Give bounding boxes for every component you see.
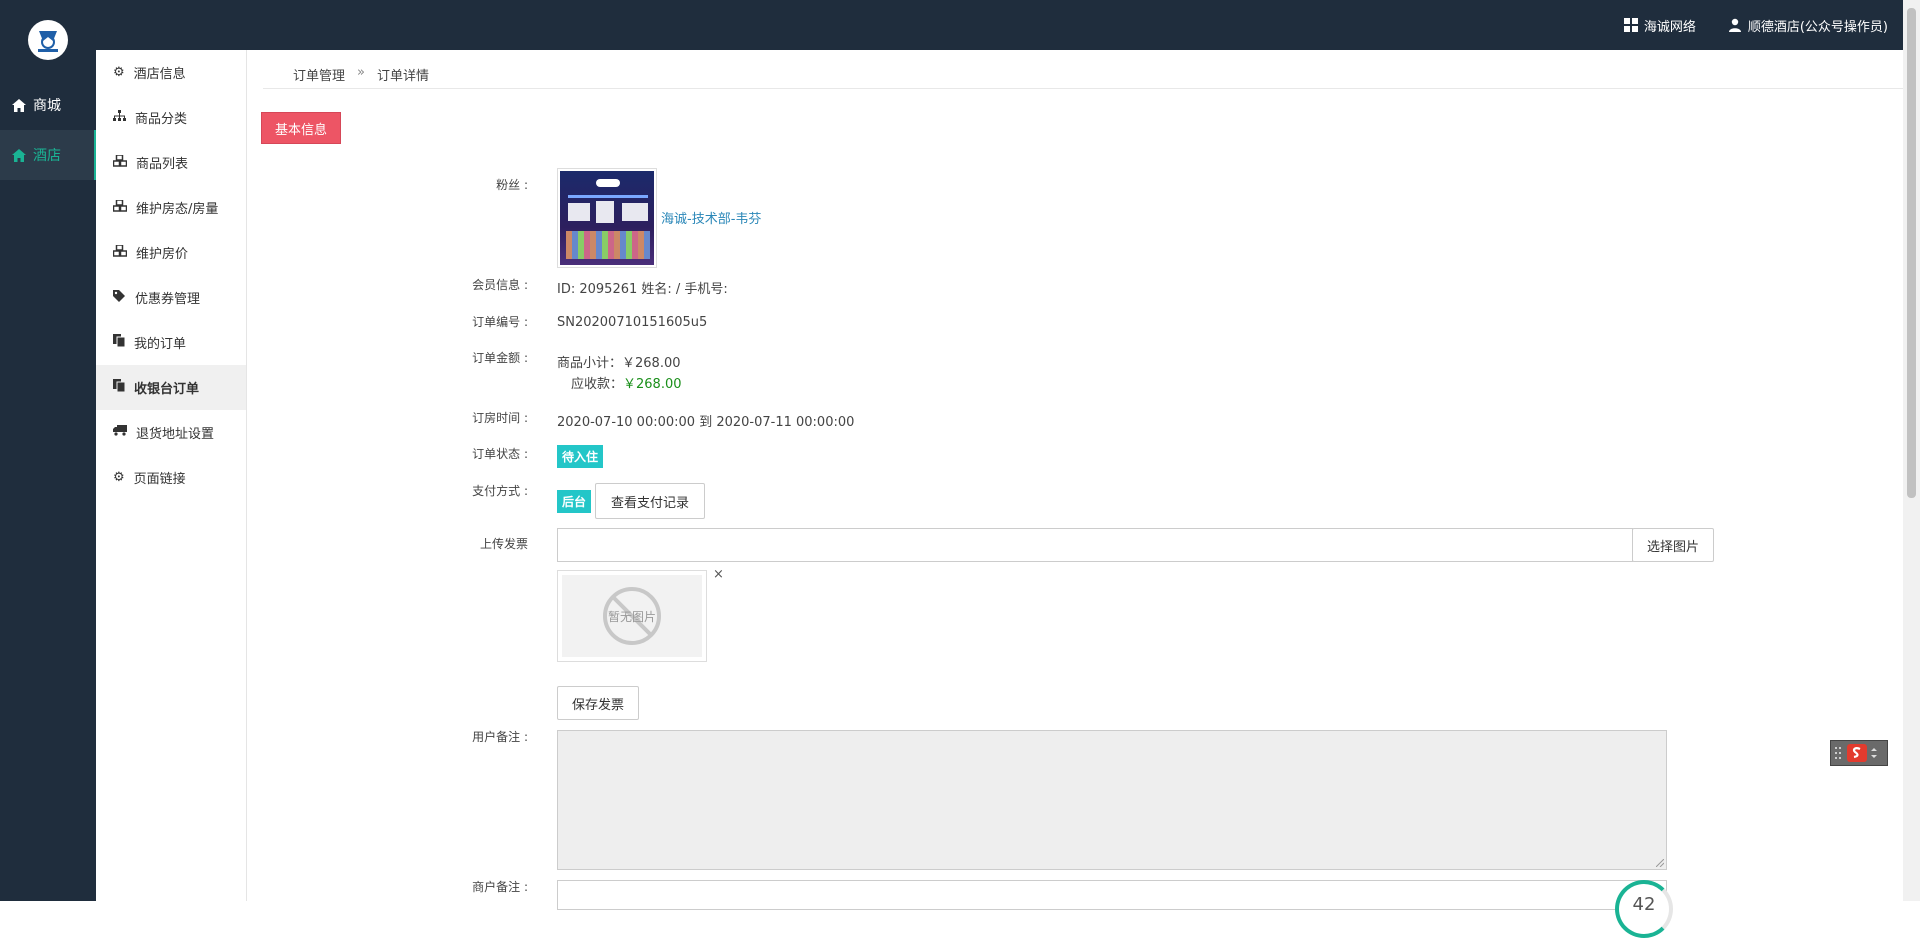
member-label: 会员信息 : <box>472 278 528 292</box>
save-invoice-button[interactable]: 保存发票 <box>557 686 639 720</box>
sub-item-label: 我的订单 <box>134 337 187 352</box>
order-no-value: SN20200710151605u5 <box>557 315 708 330</box>
scrollbar-thumb[interactable] <box>1907 8 1916 498</box>
logo-emblem-icon <box>38 31 58 52</box>
member-value: ID: 2095261 姓名: / 手机号: <box>557 282 728 297</box>
sub-item-my-orders[interactable]: 我的订单 <box>96 320 246 365</box>
breadcrumb-divider <box>263 88 1903 89</box>
sub-menu: ⚙ 酒店信息 商品分类 商品列表 维护房态/房量 维护房价 优惠券管理 我的订单… <box>96 50 247 901</box>
tags-icon <box>113 289 126 306</box>
user-menu[interactable]: 顺德酒店(公众号操作员) <box>1728 16 1888 35</box>
cubes-icon <box>112 198 128 216</box>
sub-item-return-address[interactable]: 退货地址设置 <box>96 410 246 455</box>
sub-item-cashier-orders[interactable]: 收银台订单 <box>96 365 246 410</box>
choose-image-button[interactable]: 选择图片 <box>1632 528 1714 562</box>
sub-item-label: 维护房态/房量 <box>136 202 219 217</box>
copy-icon <box>113 379 126 396</box>
remove-image-icon[interactable]: × <box>713 567 724 582</box>
left-nav: 商城 酒店 <box>0 0 96 901</box>
nav-item-mall-label: 商城 <box>33 98 61 114</box>
sub-item-label: 优惠券管理 <box>135 292 201 307</box>
user-label: 顺德酒店(公众号操作员) <box>1747 19 1888 35</box>
sub-item-label: 页面链接 <box>133 472 186 487</box>
amount-label: 订单金额 : <box>472 351 528 365</box>
resize-handle-icon <box>1656 859 1664 867</box>
top-bar: 海诚网络 顺德酒店(公众号操作员) <box>0 0 1920 50</box>
sub-item-room-status[interactable]: 维护房态/房量 <box>96 185 246 230</box>
truck-icon <box>113 425 127 440</box>
sub-item-room-price[interactable]: 维护房价 <box>96 230 246 275</box>
receivable-row: 应收款：￥268.00 <box>571 373 682 392</box>
payment-label: 支付方式 : <box>472 484 528 498</box>
home-icon <box>12 98 26 112</box>
breadcrumb-separator: » <box>357 65 365 80</box>
user-note-label: 用户备注 : <box>472 730 528 744</box>
sub-item-label: 维护房价 <box>136 247 189 262</box>
sitemap-icon <box>113 109 126 126</box>
invoice-path-input[interactable] <box>557 528 1633 562</box>
tab-basic-info[interactable]: 基本信息 <box>261 112 341 144</box>
main-content: 订单管理 » 订单详情 基本信息 粉丝 : 海诚-技术部-韦芬 会员信息 : I… <box>248 50 1903 938</box>
network-label: 海诚网络 <box>1643 19 1696 35</box>
sub-item-category[interactable]: 商品分类 <box>96 95 246 140</box>
cubes-icon <box>112 153 128 171</box>
payment-badge: 后台 <box>557 490 592 513</box>
no-image-text: 暂无图片 <box>607 609 656 624</box>
copy-icon <box>113 334 126 351</box>
nav-item-hotel[interactable]: 酒店 <box>0 130 96 180</box>
subtotal-row: 商品小计：￥268.00 <box>557 352 681 371</box>
invoice-preview: 暂无图片 <box>557 570 707 662</box>
network-link[interactable]: 海诚网络 <box>1623 16 1696 35</box>
user-icon <box>1728 18 1741 32</box>
page-scrollbar[interactable] <box>1903 0 1920 901</box>
invoice-label: 上传发票 <box>479 537 528 551</box>
progress-counter[interactable]: 42 <box>1615 880 1673 938</box>
subtotal-value: ￥268.00 <box>622 356 681 371</box>
view-payment-record-button[interactable]: 查看支付记录 <box>595 483 705 519</box>
nav-item-mall[interactable]: 商城 <box>0 80 96 130</box>
status-label: 订单状态 : <box>472 447 528 461</box>
fan-label: 粉丝 : <box>496 178 528 192</box>
time-label: 订房时间 : <box>472 411 528 425</box>
user-note-textarea <box>557 730 1667 870</box>
cubes-icon <box>112 243 128 261</box>
grip-icon <box>1835 747 1841 759</box>
subtotal-label: 商品小计： <box>557 356 623 371</box>
breadcrumb-parent[interactable]: 订单管理 <box>293 65 345 84</box>
dropdown-arrows-icon <box>1871 748 1877 758</box>
grid-icon <box>1623 18 1638 32</box>
no-image-placeholder: 暂无图片 <box>562 575 702 657</box>
logo <box>28 20 68 60</box>
sub-item-label: 退货地址设置 <box>136 427 215 442</box>
nav-item-hotel-label: 酒店 <box>33 148 61 164</box>
sogou-input-icon <box>1847 744 1867 762</box>
order-no-label: 订单编号 : <box>472 315 528 329</box>
receivable-label: 应收款： <box>571 377 624 392</box>
sub-item-hotel-info[interactable]: ⚙ 酒店信息 <box>96 50 246 95</box>
merchant-note-textarea[interactable] <box>557 880 1667 910</box>
sub-item-label: 商品分类 <box>135 112 188 127</box>
status-badge: 待入住 <box>557 445 604 468</box>
sub-item-coupons[interactable]: 优惠券管理 <box>96 275 246 320</box>
sub-item-page-links[interactable]: ⚙ 页面链接 <box>96 455 246 500</box>
sub-item-product-list[interactable]: 商品列表 <box>96 140 246 185</box>
gears-icon: ⚙ <box>113 65 125 80</box>
top-bar-right: 海诚网络 顺德酒店(公众号操作员) <box>1623 0 1888 50</box>
sub-item-label: 酒店信息 <box>133 67 186 82</box>
fan-avatar <box>557 168 657 268</box>
breadcrumb: 订单管理 » 订单详情 <box>293 65 429 84</box>
home-icon <box>12 148 26 162</box>
gears-icon: ⚙ <box>113 470 125 485</box>
time-value: 2020-07-10 00:00:00 到 2020-07-11 00:00:0… <box>557 415 855 430</box>
sub-item-label: 商品列表 <box>136 157 189 172</box>
receivable-value: ￥268.00 <box>623 377 682 392</box>
fan-name-link[interactable]: 海诚-技术部-韦芬 <box>661 208 761 227</box>
merchant-note-label: 商户备注 : <box>472 880 528 894</box>
ime-toolbar[interactable] <box>1830 740 1888 766</box>
breadcrumb-current: 订单详情 <box>376 69 429 84</box>
sub-item-label: 收银台订单 <box>134 382 200 397</box>
